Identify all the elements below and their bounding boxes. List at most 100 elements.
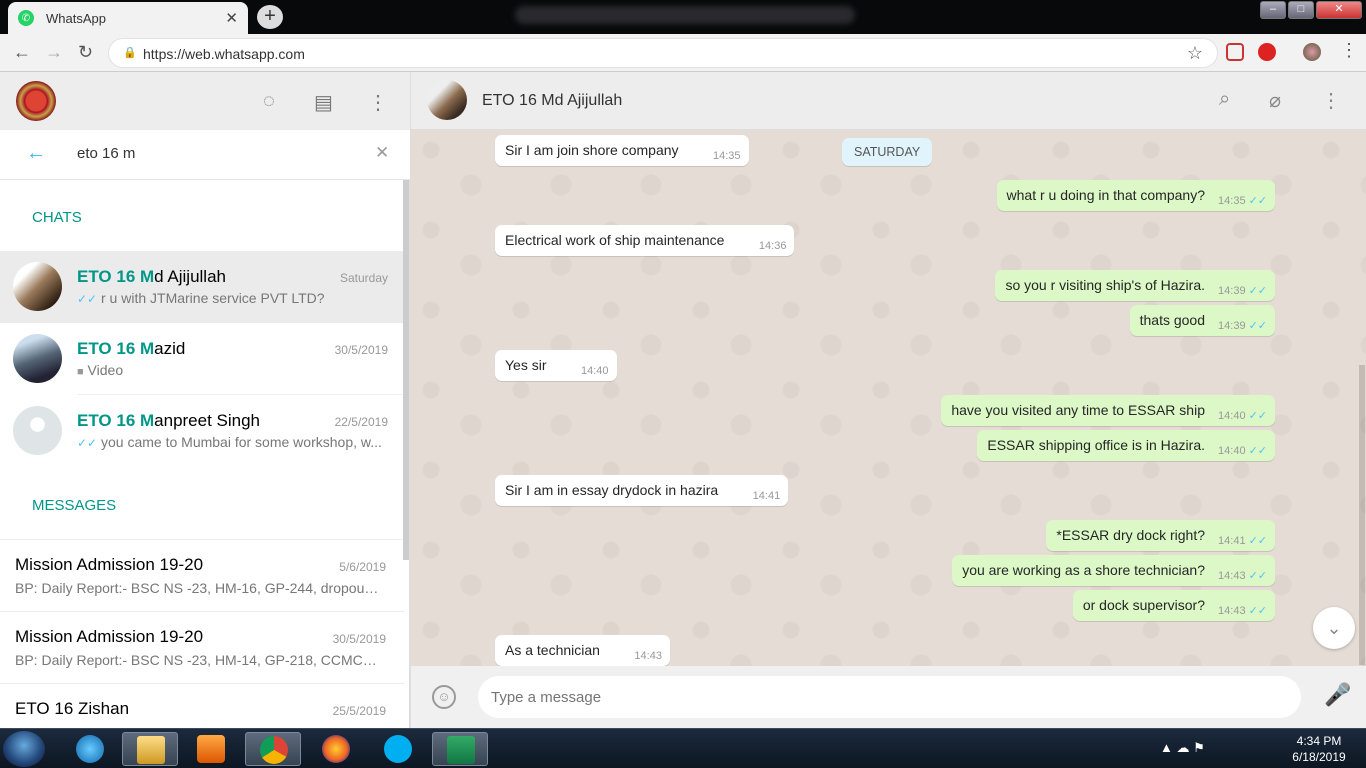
incoming-message[interactable]: Sir I am in essay drydock in hazira 14:41 bbox=[495, 475, 789, 506]
compose-bar: ☺ 🎤 bbox=[411, 666, 1366, 728]
incoming-message[interactable]: Electrical work of ship maintenance 14:36 bbox=[495, 225, 795, 256]
chat-header[interactable]: ETO 16 Md Ajijullah ⌕ ⌀ ⋮ bbox=[411, 72, 1366, 130]
message-meta: 14:40 bbox=[581, 365, 609, 377]
extension-pocket-icon[interactable] bbox=[1226, 43, 1244, 61]
message-text: what r u doing in that company? bbox=[1006, 187, 1205, 203]
outgoing-message[interactable]: so you r visiting ship's of Hazira. 14:39… bbox=[995, 270, 1275, 301]
chat-item[interactable]: ETO 16 Manpreet Singh 22/5/2019 ✓✓ you c… bbox=[0, 395, 404, 467]
divider bbox=[0, 611, 404, 612]
taskbar-firefox[interactable] bbox=[308, 732, 364, 766]
chat-preview: ✓✓ r u with JTMarine service PVT LTD? bbox=[77, 290, 325, 306]
emoji-icon[interactable]: ☺ bbox=[432, 685, 456, 709]
incoming-message[interactable]: Sir I am join shore company 14:35 bbox=[495, 135, 749, 166]
conversation-scrollbar[interactable] bbox=[1359, 365, 1365, 665]
microphone-icon[interactable]: 🎤 bbox=[1324, 682, 1351, 708]
tab-close-icon[interactable]: ✕ bbox=[225, 9, 238, 27]
search-icon[interactable]: ⌕ bbox=[1219, 88, 1230, 111]
chat-date: 22/5/2019 bbox=[334, 415, 388, 429]
incoming-message[interactable]: Yes sir 14:40 bbox=[495, 350, 617, 381]
message-meta: 14:41 bbox=[753, 490, 781, 502]
chat-menu-icon[interactable]: ⋮ bbox=[1321, 88, 1341, 113]
double-check-icon: ✓✓ bbox=[1248, 195, 1267, 207]
taskbar-excel[interactable] bbox=[432, 732, 488, 766]
message-text: you are working as a shore technician? bbox=[962, 562, 1205, 578]
chat-item[interactable]: ETO 16 Mazid 30/5/2019 ■ Video bbox=[0, 323, 404, 395]
taskbar-explorer[interactable] bbox=[122, 732, 178, 766]
skype-icon bbox=[384, 735, 412, 763]
chat-item[interactable]: ETO 16 Md Ajijullah Saturday ✓✓ r u with… bbox=[0, 251, 404, 323]
bookmark-star-icon[interactable]: ☆ bbox=[1187, 43, 1203, 64]
search-back-icon[interactable]: ← bbox=[26, 142, 46, 165]
day-badge: SATURDAY bbox=[842, 138, 933, 166]
system-tray[interactable]: ▲ ☁ ⚑ bbox=[1160, 740, 1205, 756]
menu-icon[interactable]: ⋮ bbox=[368, 90, 388, 115]
double-check-icon: ✓✓ bbox=[1248, 570, 1267, 582]
reload-button[interactable]: ↻ bbox=[78, 42, 93, 63]
maximize-button[interactable]: □ bbox=[1288, 1, 1314, 19]
message-result[interactable]: Mission Admission 19-20 5/6/2019 BP: Dai… bbox=[0, 539, 404, 611]
contact-name[interactable]: ETO 16 Md Ajijullah bbox=[482, 92, 622, 110]
message-input[interactable] bbox=[478, 676, 1301, 718]
search-clear-icon[interactable]: ✕ bbox=[375, 143, 389, 163]
outgoing-message[interactable]: have you visited any time to ESSAR ship 1… bbox=[941, 395, 1275, 426]
back-button[interactable]: ← bbox=[13, 42, 31, 63]
message-date: 5/6/2019 bbox=[339, 560, 386, 574]
messages-section-title: MESSAGES bbox=[32, 497, 117, 514]
forward-button[interactable]: → bbox=[45, 42, 63, 63]
message-meta: 14:39 ✓✓ bbox=[1218, 319, 1267, 332]
attach-icon[interactable]: ⌀ bbox=[1269, 88, 1281, 113]
message-text: Sir I am in essay drydock in hazira bbox=[505, 482, 719, 498]
message-text: ESSAR shipping office is in Hazira. bbox=[987, 437, 1205, 453]
windows-taskbar: ▲ ☁ ⚑ 4:34 PM 6/18/2019 bbox=[0, 728, 1366, 768]
search-input[interactable] bbox=[77, 145, 367, 162]
blurred-region bbox=[515, 6, 855, 24]
message-chat-name: ETO 16 Zishan bbox=[15, 699, 130, 718]
outgoing-message[interactable]: you are working as a shore technician? 14… bbox=[952, 555, 1275, 586]
contact-avatar bbox=[13, 262, 62, 311]
incoming-message[interactable]: As a technician 14:43 bbox=[495, 635, 670, 666]
message-time: 14:39 bbox=[1218, 285, 1246, 297]
omnibox[interactable]: 🔒 https://web.whatsapp.com ☆ bbox=[108, 38, 1218, 68]
status-icon[interactable]: ◌ bbox=[263, 90, 275, 113]
my-avatar[interactable] bbox=[16, 81, 56, 121]
firefox-icon bbox=[322, 735, 350, 763]
double-check-icon: ✓✓ bbox=[1248, 285, 1267, 297]
clock-date: 6/18/2019 bbox=[1292, 750, 1346, 764]
lock-icon: 🔒 bbox=[123, 47, 137, 59]
chat-date: Saturday bbox=[339, 271, 388, 285]
message-time: 14:43 bbox=[1218, 570, 1246, 582]
taskbar-media-player[interactable] bbox=[183, 732, 239, 766]
chrome-icon bbox=[260, 736, 288, 764]
whatsapp-favicon-icon: ✆ bbox=[18, 10, 34, 26]
scroll-down-button[interactable]: ⌄ bbox=[1313, 607, 1355, 649]
outgoing-message[interactable]: what r u doing in that company? 14:35 ✓✓ bbox=[996, 180, 1275, 211]
outgoing-message[interactable]: thats good 14:39 ✓✓ bbox=[1129, 305, 1275, 336]
contact-avatar bbox=[13, 334, 62, 383]
browser-menu-icon[interactable]: ⋮ bbox=[1340, 40, 1358, 61]
taskbar-clock[interactable]: 4:34 PM 6/18/2019 bbox=[1280, 733, 1358, 765]
chat-name: ETO 16 Mazid bbox=[77, 339, 186, 358]
new-chat-icon[interactable]: ▤ bbox=[314, 90, 333, 115]
taskbar-ie[interactable] bbox=[62, 732, 118, 766]
outgoing-message[interactable]: ESSAR shipping office is in Hazira. 14:40… bbox=[977, 430, 1275, 461]
chat-name: ETO 16 Md Ajijullah bbox=[77, 267, 226, 286]
double-check-icon: ✓✓ bbox=[1248, 605, 1267, 617]
profile-avatar[interactable] bbox=[1303, 43, 1321, 61]
chats-section-title: CHATS bbox=[32, 209, 82, 226]
outgoing-message[interactable]: or dock supervisor? 14:43 ✓✓ bbox=[1072, 590, 1275, 621]
taskbar-skype[interactable] bbox=[370, 732, 426, 766]
extension-read-icon[interactable] bbox=[1258, 43, 1276, 61]
new-tab-button[interactable]: + bbox=[257, 5, 283, 29]
taskbar-chrome[interactable] bbox=[245, 732, 301, 766]
outgoing-message[interactable]: *ESSAR dry dock right? 14:41 ✓✓ bbox=[1046, 520, 1275, 551]
url-text[interactable]: https://web.whatsapp.com bbox=[143, 46, 305, 62]
minimize-button[interactable]: – bbox=[1260, 1, 1286, 19]
message-chat-name: Mission Admission 19-20 bbox=[15, 627, 204, 646]
sidebar-scrollbar[interactable] bbox=[403, 180, 409, 560]
message-result[interactable]: Mission Admission 19-20 30/5/2019 BP: Da… bbox=[0, 611, 404, 683]
window-close-button[interactable]: ✕ bbox=[1316, 1, 1362, 19]
start-button[interactable] bbox=[3, 731, 45, 767]
conversation-panel: SATURDAY Sir I am join shore company 14:3… bbox=[411, 130, 1366, 666]
tab-whatsapp[interactable]: ✆ WhatsApp ✕ bbox=[8, 2, 248, 34]
contact-avatar[interactable] bbox=[427, 80, 467, 120]
